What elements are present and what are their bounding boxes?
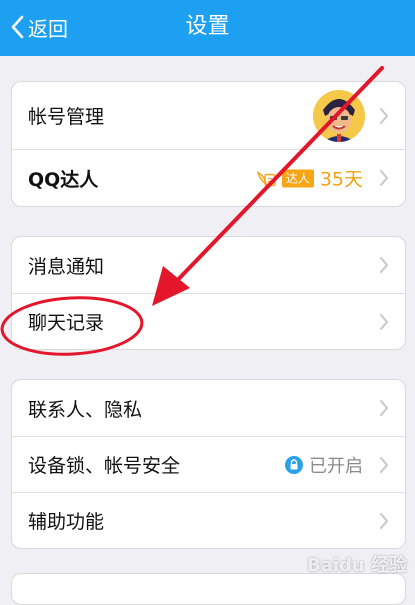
device-lock-status: 已开启 xyxy=(285,452,363,478)
row-label: 设备锁、帐号安全 xyxy=(28,455,181,477)
wings-icon xyxy=(256,170,276,186)
watermark: Baidu 经验 xyxy=(306,555,407,576)
master-badge-label: 达人 xyxy=(281,169,314,187)
lock-icon xyxy=(285,455,303,474)
row-label: 帐号管理 xyxy=(28,106,105,128)
status-text: 已开启 xyxy=(309,455,363,477)
chevron-right-icon xyxy=(380,456,388,473)
settings-group-privacy: 联系人、隐私 设备锁、帐号安全 已开启 辅助功能 xyxy=(11,379,406,549)
row-label: QQ达人 xyxy=(28,168,99,191)
master-badge: 达人 xyxy=(256,169,314,187)
row-contacts-privacy[interactable]: 联系人、隐私 xyxy=(12,380,405,436)
row-notifications[interactable]: 消息通知 xyxy=(12,237,405,293)
page-title: 设置 xyxy=(185,14,230,39)
row-label: 辅助功能 xyxy=(28,511,105,533)
qq-master-status: 达人 35天 xyxy=(256,165,363,192)
row-account-management[interactable]: 帐号管理 xyxy=(12,82,405,149)
settings-group-messages: 消息通知 聊天记录 xyxy=(11,236,406,350)
days-count: 35天 xyxy=(319,168,363,191)
chevron-right-icon xyxy=(380,313,388,330)
row-label: 联系人、隐私 xyxy=(28,398,143,421)
row-device-lock[interactable]: 设备锁、帐号安全 已开启 xyxy=(12,436,405,492)
row-label: 消息通知 xyxy=(28,255,105,278)
row-accessibility[interactable]: 辅助功能 xyxy=(12,492,405,548)
chevron-right-icon xyxy=(380,107,388,124)
row-label: 聊天记录 xyxy=(28,312,105,334)
chevron-right-icon xyxy=(380,400,388,416)
row-chat-history[interactable]: 聊天记录 xyxy=(12,293,405,349)
chevron-right-icon xyxy=(380,512,388,529)
settings-group-more xyxy=(11,573,406,605)
row-qq-master[interactable]: QQ达人 达人 35天 xyxy=(12,149,405,206)
chevron-right-icon xyxy=(380,257,388,273)
chevron-right-icon xyxy=(380,170,388,186)
avatar xyxy=(313,89,365,142)
top-bar: 返回 设置 xyxy=(0,0,415,56)
settings-group-account: 帐号管理 QQ达人 达人 35天 xyxy=(11,81,406,207)
